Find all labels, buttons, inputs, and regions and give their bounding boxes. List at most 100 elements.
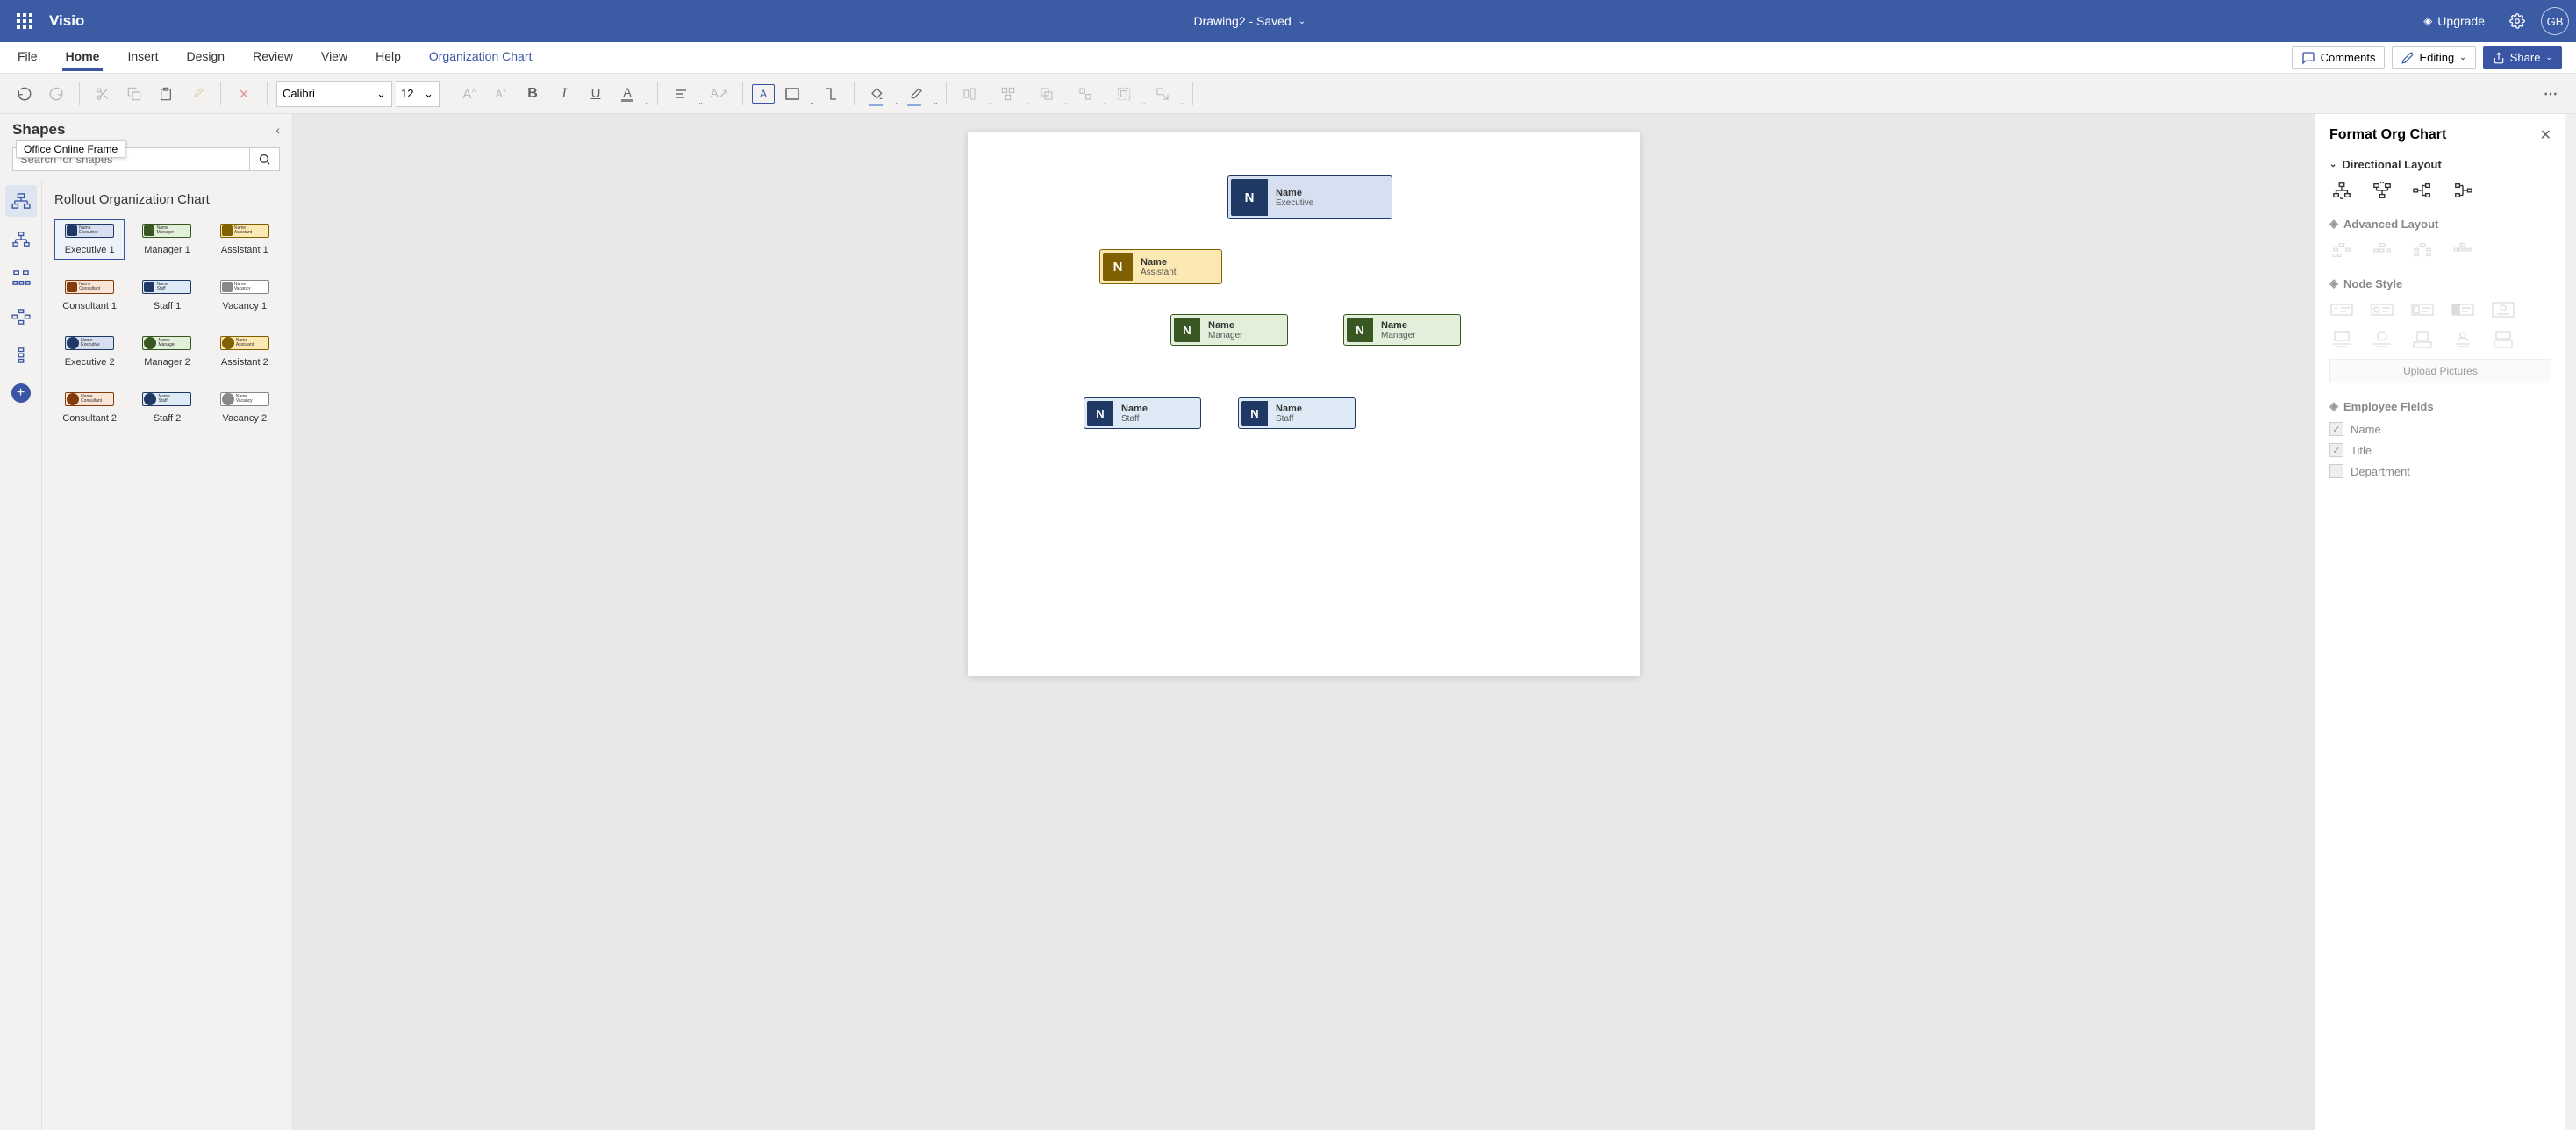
align-objects-button[interactable]: ⌄: [955, 80, 991, 108]
shape-manager-2[interactable]: NameManagerManager 2: [132, 332, 202, 372]
stencil-item-2[interactable]: [5, 224, 37, 255]
shape-assistant-1[interactable]: NameAssistantAssistant 1: [210, 219, 280, 260]
stencil-item-3[interactable]: [5, 262, 37, 294]
underline-button[interactable]: U: [582, 80, 610, 108]
line-color-button[interactable]: ⌄: [902, 80, 937, 108]
tab-view[interactable]: View: [318, 44, 351, 71]
advanced-layout-1: [2329, 240, 2354, 261]
font-size-selector[interactable]: 12⌄: [396, 81, 440, 107]
diamond-icon: ◈: [2329, 399, 2338, 413]
increase-font-icon: A˄: [462, 86, 476, 102]
group-icon: [1078, 87, 1092, 101]
layout-bottom-up-button[interactable]: [2370, 180, 2394, 201]
document-title[interactable]: Drawing2 - Saved: [1193, 14, 1291, 28]
shape-consultant-2[interactable]: NameConsultantConsultant 2: [54, 388, 125, 428]
node-assistant[interactable]: N NameAssistant: [1099, 249, 1222, 284]
node-staff-2[interactable]: N NameStaff: [1238, 397, 1356, 429]
tab-organization-chart[interactable]: Organization Chart: [426, 44, 536, 71]
shape-executive-1[interactable]: NameExecutiveExecutive 1: [54, 219, 125, 260]
shape-vacancy-2[interactable]: NameVacancyVacancy 2: [210, 388, 280, 428]
group-button[interactable]: ⌄: [1071, 80, 1106, 108]
bold-button[interactable]: B: [519, 80, 547, 108]
upgrade-button[interactable]: ◈ Upgrade: [2415, 9, 2494, 33]
shape-label: Executive 2: [65, 357, 115, 368]
close-format-panel-button[interactable]: ✕: [2540, 126, 2551, 144]
add-stencil-button[interactable]: +: [11, 383, 31, 403]
vertical-scrollbar[interactable]: [2565, 114, 2576, 1130]
chevron-down-icon: ⌄: [1179, 98, 1185, 106]
chevron-down-icon: ⌄: [644, 98, 650, 106]
ellipsis-icon: ⋯: [2544, 85, 2559, 103]
chevron-down-icon: ⌄: [1063, 98, 1070, 106]
italic-button[interactable]: I: [550, 80, 578, 108]
format-panel-title: Format Org Chart: [2329, 127, 2446, 143]
node-manager-2[interactable]: N NameManager: [1343, 314, 1461, 346]
arrange-button[interactable]: ⌄: [1033, 80, 1068, 108]
node-manager-1[interactable]: N NameManager: [1170, 314, 1288, 346]
chevron-down-icon[interactable]: ⌄: [2329, 160, 2336, 169]
shape-assistant-2[interactable]: NameAssistantAssistant 2: [210, 332, 280, 372]
shape-label: Assistant 2: [221, 357, 268, 368]
app-launcher[interactable]: [7, 4, 42, 39]
decrease-font-button[interactable]: A˅: [487, 80, 515, 108]
share-icon: [2493, 52, 2505, 64]
drawing-canvas[interactable]: N NameExecutive N NameAssistant N NameMa…: [968, 132, 1640, 676]
layout-right-left-button[interactable]: [2451, 180, 2475, 201]
stencil-item-4[interactable]: [5, 301, 37, 333]
tab-review[interactable]: Review: [249, 44, 297, 71]
layout-icon: [2413, 242, 2432, 258]
underline-icon: U: [591, 86, 601, 101]
tab-file[interactable]: File: [14, 44, 41, 71]
align-button[interactable]: ⌄: [667, 80, 702, 108]
format-painter-button[interactable]: [183, 80, 211, 108]
font-color-button[interactable]: A⌄: [613, 80, 648, 108]
node-staff-1[interactable]: N NameStaff: [1084, 397, 1201, 429]
layout-left-right-button[interactable]: [2410, 180, 2435, 201]
shape-executive-2[interactable]: NameExecutiveExecutive 2: [54, 332, 125, 372]
redo-button[interactable]: [42, 80, 70, 108]
shape-consultant-1[interactable]: NameConsultantConsultant 1: [54, 275, 125, 316]
undo-button[interactable]: [11, 80, 39, 108]
shape-vacancy-1[interactable]: NameVacancyVacancy 1: [210, 275, 280, 316]
copy-button[interactable]: [120, 80, 148, 108]
text-box-button[interactable]: A: [752, 84, 775, 104]
shape-button[interactable]: ⌄: [778, 80, 813, 108]
share-label: Share: [2510, 51, 2541, 64]
node-executive[interactable]: N NameExecutive: [1227, 175, 1392, 219]
delete-button[interactable]: [230, 80, 258, 108]
paste-button[interactable]: [152, 80, 180, 108]
increase-font-button[interactable]: A˄: [455, 80, 483, 108]
shape-staff-1[interactable]: NameStaffStaff 1: [132, 275, 202, 316]
share-button[interactable]: Share ⌄: [2483, 46, 2562, 69]
textbox-icon: A: [760, 88, 767, 100]
shape-staff-2[interactable]: NameStaffStaff 2: [132, 388, 202, 428]
stencil-org-chart[interactable]: [5, 185, 37, 217]
bucket-icon: [870, 87, 884, 101]
font-family-selector[interactable]: Calibri⌄: [276, 81, 392, 107]
search-button[interactable]: [249, 148, 279, 170]
field-label: Title: [2351, 444, 2372, 457]
layout-top-down-button[interactable]: [2329, 180, 2354, 201]
editing-mode-button[interactable]: Editing ⌄: [2392, 46, 2475, 69]
text-direction-button[interactable]: A↗: [705, 80, 733, 108]
title-dropdown-icon[interactable]: ⌄: [1299, 17, 1306, 26]
tab-help[interactable]: Help: [372, 44, 404, 71]
collapse-shapes-button[interactable]: ‹: [275, 123, 280, 137]
container-button[interactable]: ⌄: [1110, 80, 1145, 108]
settings-button[interactable]: [2504, 8, 2530, 34]
comments-button[interactable]: Comments: [2292, 46, 2386, 69]
more-options-button[interactable]: ⋯: [2537, 80, 2565, 108]
position-button[interactable]: ⌄: [994, 80, 1029, 108]
shape-manager-1[interactable]: NameManagerManager 1: [132, 219, 202, 260]
cut-button[interactable]: [89, 80, 117, 108]
tab-design[interactable]: Design: [182, 44, 228, 71]
user-avatar[interactable]: GB: [2541, 7, 2569, 35]
field-label: Name: [2351, 423, 2381, 436]
tab-insert[interactable]: Insert: [124, 44, 161, 71]
tab-home[interactable]: Home: [62, 44, 104, 71]
font-name-value: Calibri: [283, 87, 315, 100]
fill-color-button[interactable]: ⌄: [863, 80, 898, 108]
connector-button[interactable]: [817, 80, 845, 108]
stencil-item-5[interactable]: [5, 340, 37, 371]
change-shape-button[interactable]: ⌄: [1148, 80, 1184, 108]
